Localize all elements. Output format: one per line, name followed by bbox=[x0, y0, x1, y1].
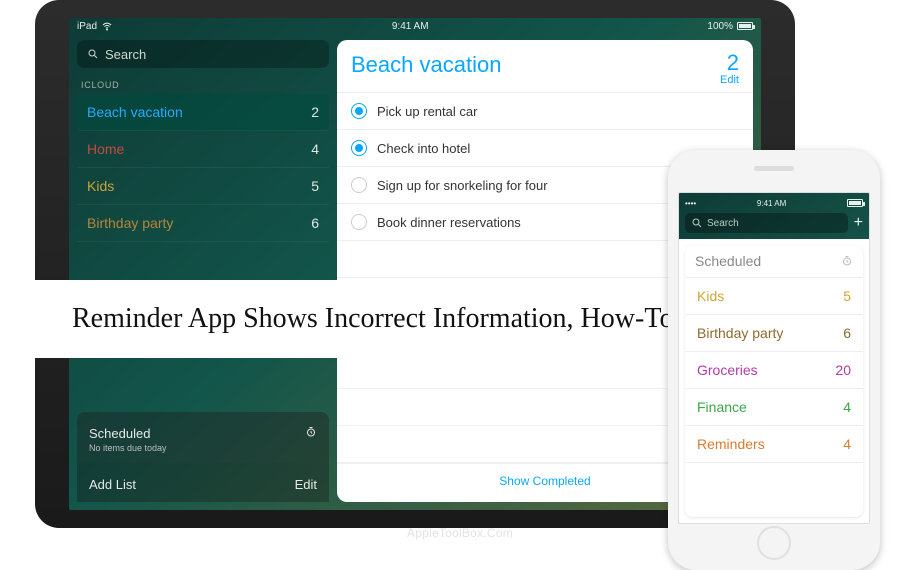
iphone-screen: •••• 9:41 AM Search + Scheduled Ki bbox=[678, 192, 870, 524]
composite-image: iPad 9:41 AM 100% Search ICLOUD Beach va… bbox=[0, 0, 920, 546]
section-header: ICLOUD bbox=[81, 80, 325, 90]
card-header: Beach vacation 2 Edit bbox=[337, 40, 753, 93]
list-count: 20 bbox=[835, 362, 851, 378]
scheduled-title: Scheduled bbox=[89, 426, 167, 441]
sidebar-item[interactable]: Beach vacation 2 bbox=[77, 94, 329, 131]
search-placeholder: Search bbox=[707, 218, 739, 229]
add-button[interactable]: + bbox=[854, 215, 863, 231]
search-input[interactable]: Search bbox=[685, 213, 848, 233]
todo-radio[interactable] bbox=[351, 177, 367, 193]
card-title: Beach vacation bbox=[351, 52, 501, 78]
list-count: 5 bbox=[311, 178, 319, 194]
list-name: Beach vacation bbox=[87, 104, 183, 120]
list-name: Finance bbox=[697, 399, 747, 415]
scheduled-subtitle: No items due today bbox=[89, 443, 167, 453]
edit-lists-button[interactable]: Edit bbox=[295, 477, 317, 492]
search-icon bbox=[691, 217, 703, 229]
search-input[interactable]: Search bbox=[77, 40, 329, 68]
iphone-header: •••• 9:41 AM Search + bbox=[679, 193, 869, 239]
sidebar-list: Beach vacation 2 Home 4 Kids 5 Birthday party 6 bbox=[77, 94, 329, 242]
wifi-icon bbox=[101, 20, 113, 32]
list-name: Kids bbox=[697, 288, 724, 304]
search-placeholder: Search bbox=[105, 47, 146, 62]
list-name: Reminders bbox=[697, 436, 765, 452]
device-label: iPad bbox=[77, 21, 97, 32]
iphone-list: Kids5Birthday party6Groceries20Finance4R… bbox=[685, 278, 863, 463]
list-count: 5 bbox=[843, 288, 851, 304]
list-row[interactable]: Birthday party 6 bbox=[685, 315, 863, 352]
card-edit-button[interactable]: Edit bbox=[720, 74, 739, 86]
iphone-lists-card: Scheduled Kids 5 Birthday party 6 Groceries 2… bbox=[685, 245, 863, 517]
list-row[interactable]: Reminders 4 bbox=[685, 426, 863, 463]
sidebar: Search ICLOUD Beach vacation2Home4Kids5B… bbox=[77, 40, 337, 502]
list-count: 4 bbox=[311, 141, 319, 157]
todo-radio[interactable] bbox=[351, 103, 367, 119]
ipad-screen: iPad 9:41 AM 100% Search ICLOUD Beach va… bbox=[69, 18, 761, 510]
clock-icon bbox=[305, 426, 317, 438]
scheduled-card[interactable]: Scheduled No items due today bbox=[77, 412, 329, 463]
list-row[interactable]: Groceries 20 bbox=[685, 352, 863, 389]
statusbar-time: 9:41 AM bbox=[757, 199, 786, 208]
todo-text: Pick up rental car bbox=[377, 104, 477, 119]
list-count: 6 bbox=[843, 325, 851, 341]
statusbar-time: 9:41 AM bbox=[392, 21, 429, 32]
battery-pct: 100% bbox=[707, 21, 733, 32]
todo-radio[interactable] bbox=[351, 140, 367, 156]
list-count: 4 bbox=[843, 399, 851, 415]
sidebar-item[interactable]: Birthday party 6 bbox=[77, 205, 329, 242]
list-name: Groceries bbox=[697, 362, 758, 378]
todo-text: Check into hotel bbox=[377, 141, 470, 156]
signal-icon: •••• bbox=[685, 199, 696, 208]
scheduled-row[interactable]: Scheduled bbox=[685, 245, 863, 278]
iphone-statusbar: •••• 9:41 AM bbox=[685, 197, 863, 209]
clock-icon bbox=[841, 255, 853, 267]
list-name: Kids bbox=[87, 178, 114, 194]
sidebar-footer: Add List Edit bbox=[77, 463, 329, 502]
watermark: AppleToolBox.Com bbox=[407, 526, 513, 540]
todo-text: Sign up for snorkeling for four bbox=[377, 178, 548, 193]
search-icon bbox=[87, 48, 99, 60]
battery-icon bbox=[847, 199, 863, 207]
list-row[interactable]: Finance 4 bbox=[685, 389, 863, 426]
ipad-statusbar: iPad 9:41 AM 100% bbox=[69, 18, 761, 34]
battery-icon bbox=[737, 22, 753, 30]
list-count: 2 bbox=[311, 104, 319, 120]
sidebar-item[interactable]: Kids 5 bbox=[77, 168, 329, 205]
add-list-button[interactable]: Add List bbox=[89, 477, 136, 492]
card-count: 2 bbox=[720, 52, 739, 74]
todo-item[interactable]: Pick up rental car bbox=[337, 93, 753, 130]
sidebar-item[interactable]: Home 4 bbox=[77, 131, 329, 168]
list-count: 4 bbox=[843, 436, 851, 452]
list-count: 6 bbox=[311, 215, 319, 231]
iphone-device: •••• 9:41 AM Search + Scheduled Ki bbox=[668, 150, 880, 570]
todo-radio[interactable] bbox=[351, 214, 367, 230]
list-name: Birthday party bbox=[87, 215, 173, 231]
list-name: Home bbox=[87, 141, 124, 157]
list-name: Birthday party bbox=[697, 325, 783, 341]
list-row[interactable]: Kids 5 bbox=[685, 278, 863, 315]
todo-text: Book dinner reservations bbox=[377, 215, 521, 230]
scheduled-label: Scheduled bbox=[695, 253, 761, 269]
